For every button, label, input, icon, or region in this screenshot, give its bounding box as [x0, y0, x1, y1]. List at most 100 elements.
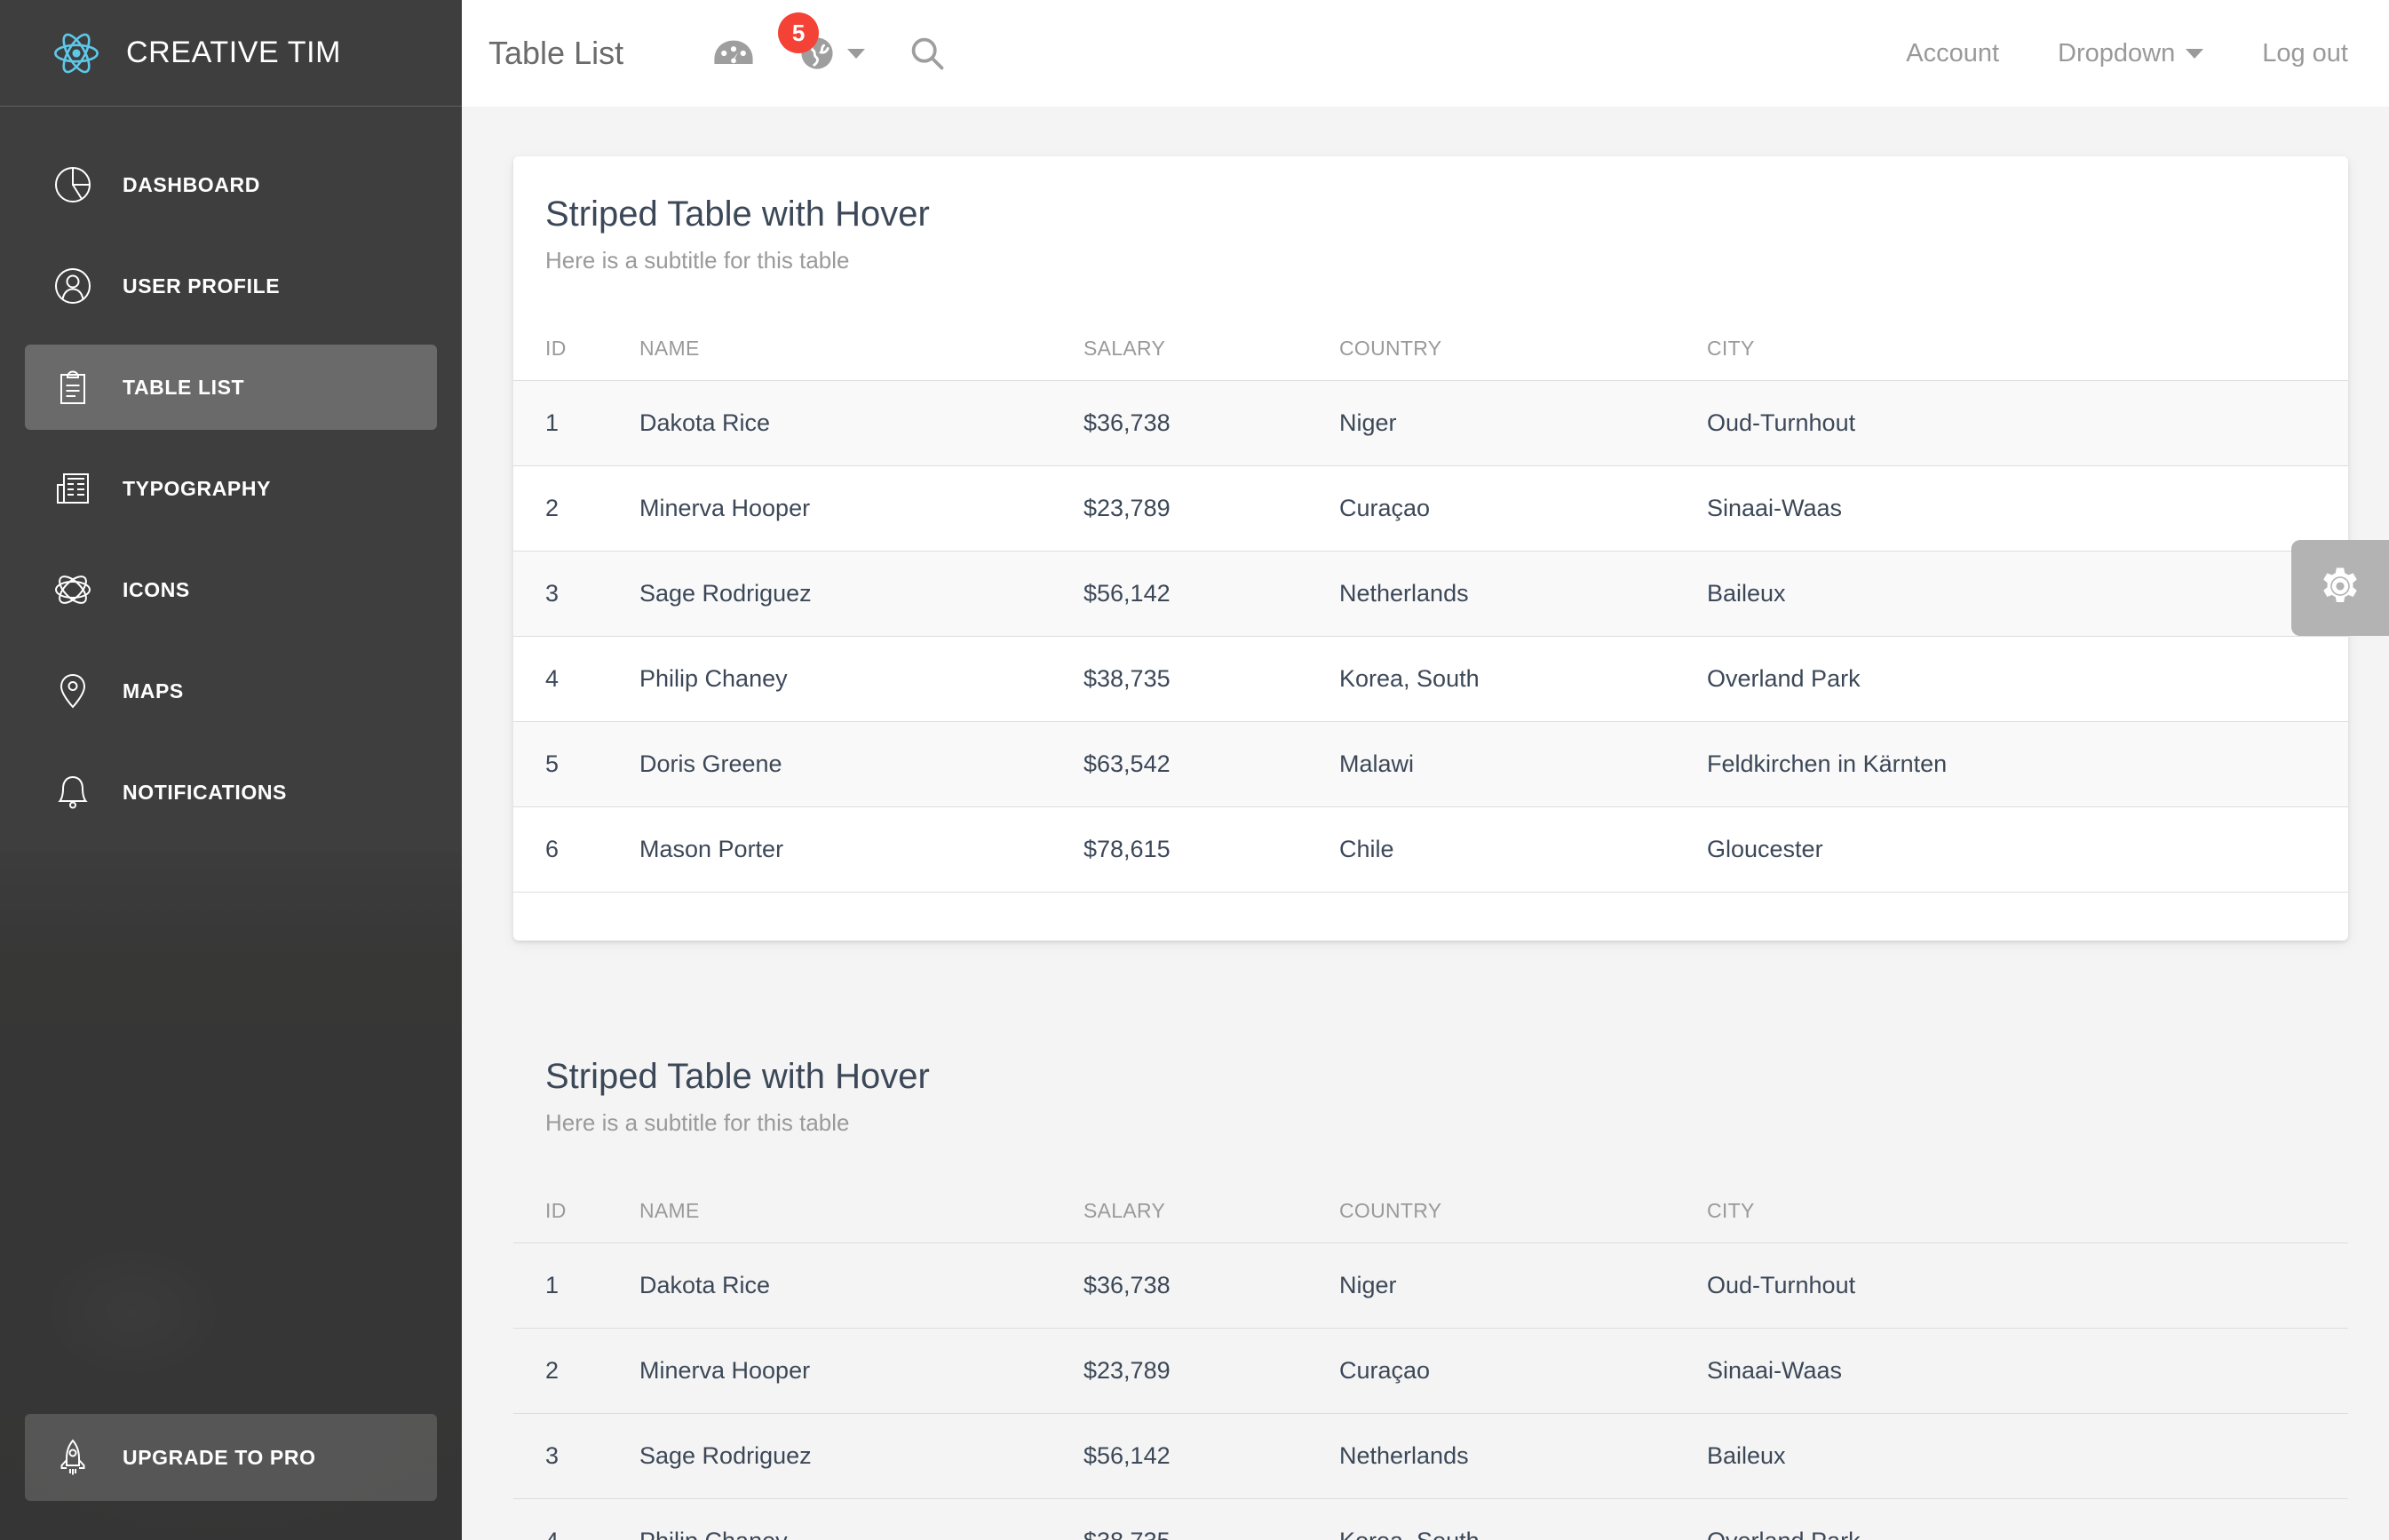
upgrade-label: UPGRADE TO PRO — [123, 1445, 316, 1469]
cell-country: Curaçao — [1327, 465, 1695, 552]
cell-id: 3 — [513, 551, 627, 637]
cell-salary: $78,615 — [1071, 806, 1327, 893]
brand-logo[interactable]: CREATIVE TIM — [0, 0, 462, 107]
logout-label: Log out — [2262, 38, 2348, 67]
table-card-2: Striped Table with Hover Here is a subti… — [513, 1024, 2348, 1540]
rocket-icon — [50, 1434, 96, 1480]
table-row[interactable]: 2 Minerva Hooper $23,789 Curaçao Sinaai-… — [513, 465, 2348, 552]
table-head: ID NAME SALARY COUNTRY CITY — [513, 321, 2348, 381]
table-body: 1 Dakota Rice $36,738 Niger Oud-Turnhout… — [513, 1242, 2348, 1540]
cell-country: Niger — [1327, 1242, 1695, 1329]
cell-name: Philip Chaney — [627, 1498, 1071, 1540]
table-row[interactable]: 1 Dakota Rice $36,738 Niger Oud-Turnhout — [513, 380, 2348, 466]
cell-name: Philip Chaney — [627, 636, 1071, 722]
cell-id: 2 — [513, 1328, 627, 1414]
sidebar: CREATIVE TIM DASHBOARD USER PROFILE TABL… — [0, 0, 462, 1540]
page-title: Table List — [488, 35, 624, 71]
sidebar-nav: DASHBOARD USER PROFILE TABLE LIST TYPOGR… — [0, 107, 462, 835]
dropdown-link[interactable]: Dropdown — [2058, 38, 2204, 68]
sidebar-item-label: MAPS — [123, 679, 184, 703]
settings-tab-button[interactable] — [2291, 540, 2389, 636]
chevron-down-icon — [847, 48, 866, 59]
search-icon[interactable] — [908, 34, 947, 73]
cell-country: Niger — [1327, 380, 1695, 466]
sidebar-item-table-list[interactable]: TABLE LIST — [25, 345, 437, 430]
sidebar-item-icons[interactable]: ICONS — [25, 547, 437, 632]
main-area: Table List 5 Account Dropdown Log out St… — [462, 0, 2389, 1540]
navbar-icon-group: 5 — [712, 12, 947, 73]
cell-country: Chile — [1327, 806, 1695, 893]
sidebar-item-typography[interactable]: TYPOGRAPHY — [25, 446, 437, 531]
cell-name: Sage Rodriguez — [627, 551, 1071, 637]
sidebar-item-notifications[interactable]: NOTIFICATIONS — [25, 750, 437, 835]
user-circle-icon — [50, 263, 96, 309]
column-header-city: CITY — [1695, 1183, 2348, 1243]
cell-city: Sinaai-Waas — [1695, 465, 2348, 552]
cell-country: Netherlands — [1327, 551, 1695, 637]
cell-id: 3 — [513, 1413, 627, 1499]
sidebar-item-label: ICONS — [123, 577, 190, 601]
sidebar-item-maps[interactable]: MAPS — [25, 648, 437, 734]
dropdown-label: Dropdown — [2058, 38, 2176, 67]
cell-city: Gloucester — [1695, 806, 2348, 893]
cell-city: Feldkirchen in Kärnten — [1695, 721, 2348, 807]
sidebar-item-user-profile[interactable]: USER PROFILE — [25, 243, 437, 329]
card-subtitle: Here is a subtitle for this table — [545, 247, 850, 274]
notification-badge: 5 — [778, 12, 820, 53]
cell-id: 2 — [513, 465, 627, 552]
cell-city: Baileux — [1695, 1413, 2348, 1499]
cell-salary: $56,142 — [1071, 551, 1327, 637]
column-header-salary: SALARY — [1071, 321, 1327, 381]
cell-salary: $23,789 — [1071, 1328, 1327, 1414]
cell-salary: $38,735 — [1071, 636, 1327, 722]
card-header: Striped Table with Hover Here is a subti… — [513, 192, 2348, 274]
card-title: Striped Table with Hover — [545, 194, 930, 234]
table-row[interactable]: 2 Minerva Hooper $23,789 Curaçao Sinaai-… — [513, 1328, 2348, 1414]
column-header-id: ID — [513, 1183, 627, 1243]
cell-name: Sage Rodriguez — [627, 1413, 1071, 1499]
data-table-2: ID NAME SALARY COUNTRY CITY 1 Dakota Ric… — [513, 1183, 2348, 1540]
cell-city: Sinaai-Waas — [1695, 1328, 2348, 1414]
cell-city: Overland Park — [1695, 1498, 2348, 1540]
content-area: Striped Table with Hover Here is a subti… — [462, 107, 2389, 1540]
table-row[interactable]: 3 Sage Rodriguez $56,142 Netherlands Bai… — [513, 1413, 2348, 1499]
upgrade-to-pro-button[interactable]: UPGRADE TO PRO — [25, 1414, 437, 1501]
cell-name: Mason Porter — [627, 806, 1071, 893]
logout-link[interactable]: Log out — [2262, 39, 2348, 68]
sidebar-item-label: NOTIFICATIONS — [123, 780, 287, 804]
table-row[interactable]: 4 Philip Chaney $38,735 Korea, South Ove… — [513, 636, 2348, 722]
dashboard-gauge-icon[interactable] — [712, 37, 755, 69]
table-row[interactable]: 6 Mason Porter $78,615 Chile Gloucester — [513, 806, 2348, 893]
cell-salary: $56,142 — [1071, 1413, 1327, 1499]
clipboard-icon — [50, 364, 96, 410]
sidebar-item-label: TABLE LIST — [123, 375, 245, 399]
account-link[interactable]: Account — [1906, 39, 1999, 68]
pie-chart-icon — [50, 162, 96, 208]
cell-id: 6 — [513, 806, 627, 893]
cell-salary: $36,738 — [1071, 1242, 1327, 1329]
sidebar-item-label: TYPOGRAPHY — [123, 476, 272, 500]
table-row[interactable]: 5 Doris Greene $63,542 Malawi Feldkirche… — [513, 721, 2348, 807]
table-row[interactable]: 1 Dakota Rice $36,738 Niger Oud-Turnhout — [513, 1242, 2348, 1329]
column-header-name: NAME — [627, 321, 1071, 381]
cell-id: 1 — [513, 1242, 627, 1329]
cell-salary: $36,738 — [1071, 380, 1327, 466]
cell-country: Malawi — [1327, 721, 1695, 807]
cell-country: Korea, South — [1327, 1498, 1695, 1540]
sidebar-content: CREATIVE TIM DASHBOARD USER PROFILE TABL… — [0, 0, 462, 1540]
table-row[interactable]: 4 Philip Chaney $38,735 Korea, South Ove… — [513, 1498, 2348, 1540]
column-header-city: CITY — [1695, 321, 2348, 381]
card-subtitle: Here is a subtitle for this table — [545, 1109, 850, 1136]
gear-icon — [2317, 563, 2363, 614]
column-header-id: ID — [513, 321, 627, 381]
cell-city: Oud-Turnhout — [1695, 1242, 2348, 1329]
atom-icon — [50, 567, 96, 613]
globe-notifications-icon[interactable]: 5 — [778, 12, 866, 73]
cell-city: Baileux — [1695, 551, 2348, 637]
chevron-down-icon — [2186, 48, 2204, 59]
cell-salary: $63,542 — [1071, 721, 1327, 807]
cell-country: Curaçao — [1327, 1328, 1695, 1414]
cell-id: 4 — [513, 1498, 627, 1540]
table-row[interactable]: 3 Sage Rodriguez $56,142 Netherlands Bai… — [513, 551, 2348, 637]
sidebar-item-dashboard[interactable]: DASHBOARD — [25, 142, 437, 227]
